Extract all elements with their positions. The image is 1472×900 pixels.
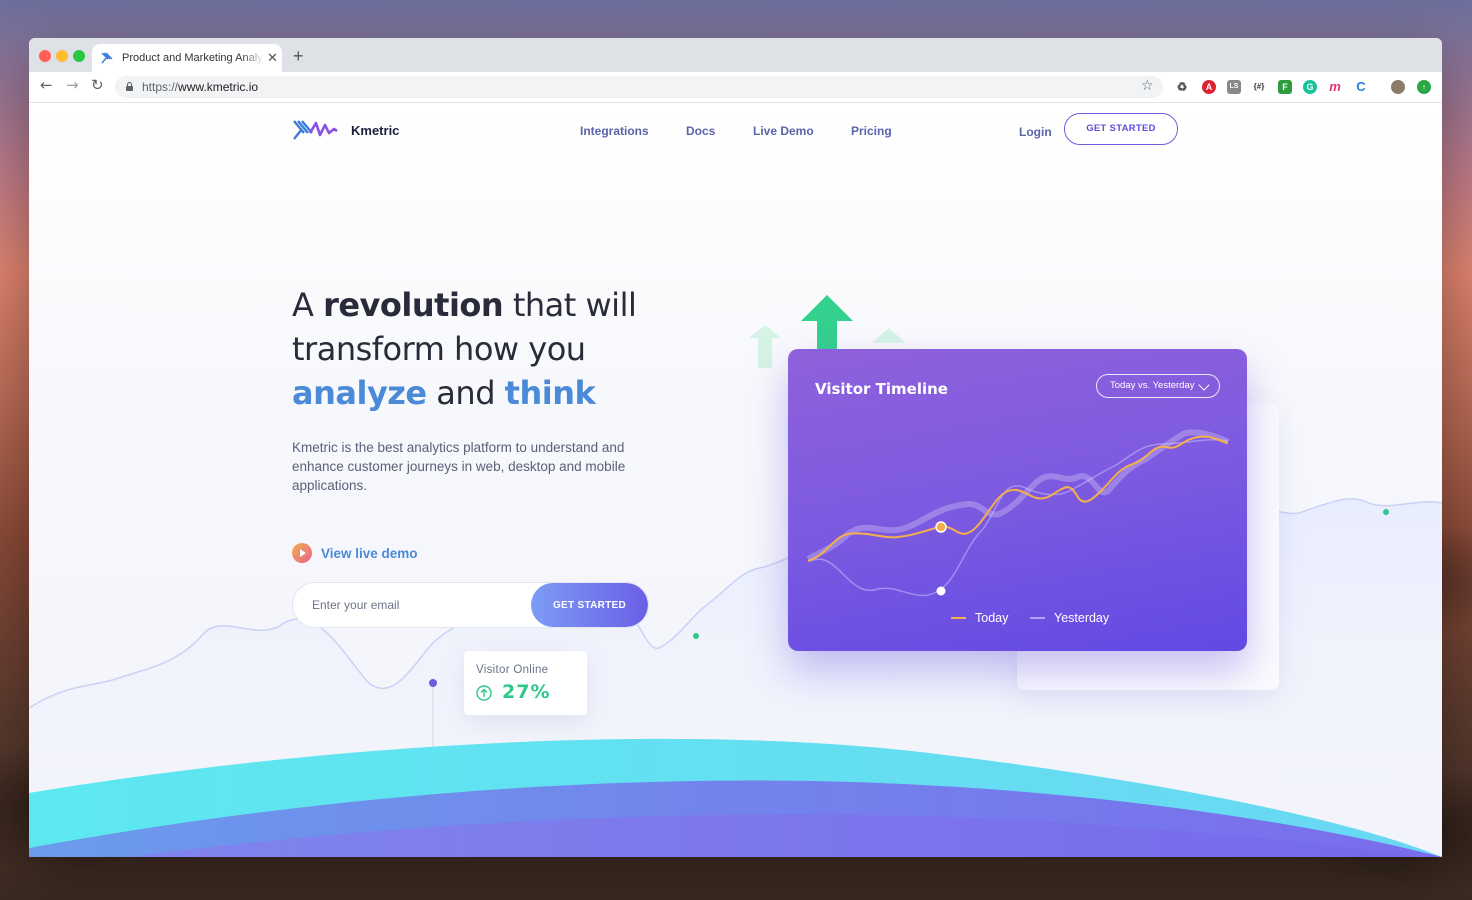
browser-window: Product and Marketing Analytics ✕ + ← → … [29, 38, 1442, 857]
address-bar[interactable]: https://www.kmetric.io ☆ [115, 76, 1163, 98]
new-tab-button[interactable]: + [293, 47, 304, 65]
ls-icon[interactable]: LS [1227, 80, 1241, 94]
adblock-icon[interactable]: A [1202, 80, 1216, 94]
m-icon[interactable]: m [1328, 80, 1342, 94]
refresh-c-icon[interactable]: C [1354, 80, 1368, 94]
tab-bar: Product and Marketing Analytics ✕ + [29, 38, 1442, 72]
forward-arrow-icon[interactable]: → [66, 78, 79, 93]
back-arrow-icon[interactable]: ← [40, 78, 53, 93]
profile-avatar[interactable] [1391, 80, 1405, 94]
upload-icon[interactable]: ↑ [1417, 80, 1431, 94]
browser-toolbar: ← → ↻ https://www.kmetric.io ☆ ♻ A LS {#… [29, 72, 1442, 103]
lock-icon [126, 82, 133, 91]
tab-close-icon[interactable]: ✕ [267, 52, 278, 65]
reload-icon[interactable]: ↻ [91, 78, 104, 93]
bottom-wave-decoration [29, 738, 1442, 857]
url-text: https://www.kmetric.io [142, 80, 259, 94]
kmetric-favicon-icon [101, 52, 113, 64]
web-page: Kmetric Integrations Docs Live Demo Pric… [29, 103, 1442, 857]
close-window-button[interactable] [39, 50, 51, 62]
bookmark-star-icon[interactable]: ☆ [1141, 78, 1154, 94]
maximize-window-button[interactable] [73, 50, 85, 62]
json-icon[interactable]: {#} [1252, 80, 1266, 94]
browser-tab-active[interactable]: Product and Marketing Analytics ✕ [92, 44, 282, 72]
tab-title: Product and Marketing Analytics [122, 52, 264, 64]
green-square-icon[interactable]: F [1278, 80, 1292, 94]
minimize-window-button[interactable] [56, 50, 68, 62]
recycle-icon[interactable]: ♻ [1175, 80, 1189, 94]
grammarly-icon[interactable]: G [1303, 80, 1317, 94]
